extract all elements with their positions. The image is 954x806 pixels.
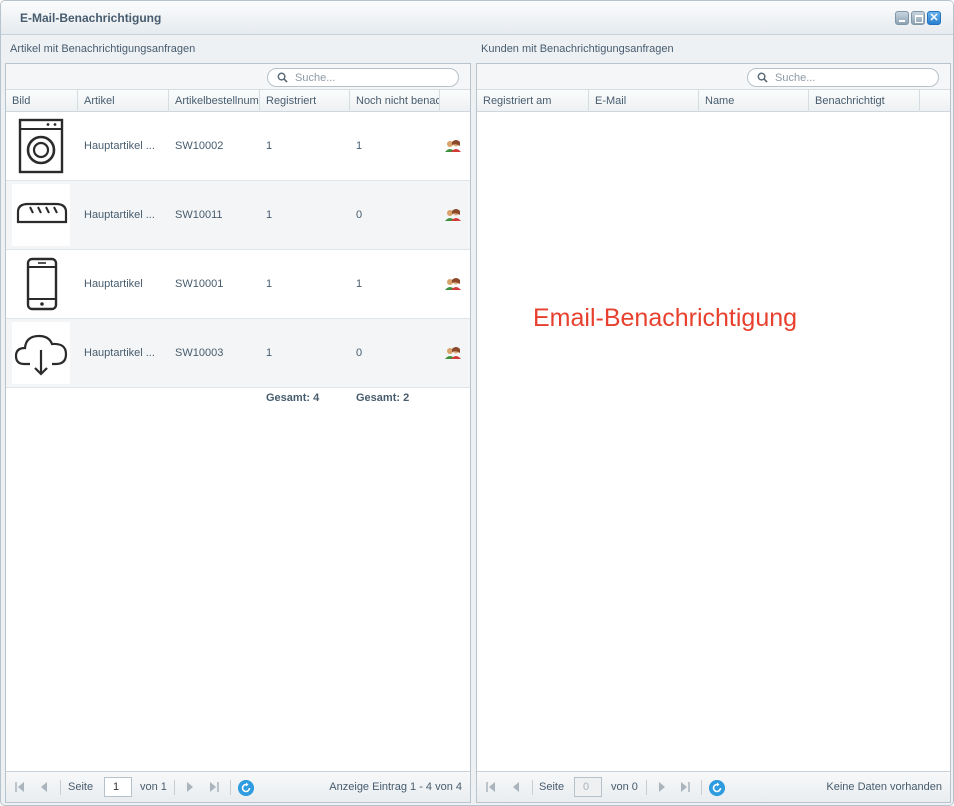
registered-total: Gesamt: 4: [266, 392, 320, 404]
search-placeholder: Suche...: [295, 72, 336, 84]
column-header-registered[interactable]: Registriert: [260, 90, 350, 112]
column-header-actions: [440, 90, 470, 112]
page-label: Seite: [539, 781, 565, 793]
not-notified-total: Gesamt: 2: [356, 392, 410, 404]
articles-grid: Suche... Bild Artikel Artikelbestellnum …: [5, 63, 471, 803]
pager-separator: [174, 780, 175, 795]
maximize-button[interactable]: [911, 11, 925, 25]
search-icon: [757, 72, 768, 83]
refresh-icon[interactable]: [238, 780, 254, 796]
bread-icon: [12, 184, 70, 246]
next-page-icon[interactable]: [184, 781, 196, 793]
first-page-icon[interactable]: [14, 781, 26, 793]
column-header-not-notified[interactable]: Noch nicht benac: [350, 90, 440, 112]
customers-search-input[interactable]: Suche...: [747, 68, 939, 87]
column-header-notified[interactable]: Benachrichtigt: [809, 90, 920, 112]
page-label: Seite: [68, 781, 94, 793]
last-page-icon[interactable]: [679, 781, 691, 793]
customers-grid: Suche... Registriert am E-Mail Name Bena…: [476, 63, 951, 803]
pager-separator: [230, 780, 231, 795]
registered-count: 1: [266, 347, 273, 359]
column-header-registered-at[interactable]: Registriert am: [477, 90, 589, 112]
articles-pager: Seite 1 von 1 Anzeige Eintrag 1 - 4 von …: [6, 771, 470, 802]
table-row[interactable]: Hauptartikel ... SW10002 1 1: [6, 112, 470, 181]
article-name: Hauptartikel ...: [84, 347, 155, 359]
pager-separator: [646, 780, 647, 795]
minimize-button[interactable]: [895, 11, 909, 25]
refresh-icon[interactable]: [709, 780, 725, 796]
close-button[interactable]: ✕: [927, 11, 941, 25]
not-notified-count: 1: [356, 278, 363, 290]
not-notified-count: 0: [356, 209, 363, 221]
search-icon: [277, 72, 288, 83]
not-notified-count: 1: [356, 140, 363, 152]
totals-row: Gesamt: 4 Gesamt: 2: [6, 390, 470, 412]
page-count-label: von 1: [140, 781, 167, 793]
last-page-icon[interactable]: [208, 781, 220, 793]
order-number: SW10001: [175, 278, 224, 290]
registered-count: 1: [266, 278, 273, 290]
table-row[interactable]: Hauptartikel ... SW10003 1 0: [6, 319, 470, 388]
order-number: SW10003: [175, 347, 224, 359]
table-row[interactable]: Hauptartikel SW10001 1 1: [6, 250, 470, 319]
articles-panel-header: Artikel mit Benachrichtigungsanfragen: [5, 37, 471, 63]
column-header-image[interactable]: Bild: [6, 90, 78, 112]
customers-panel-header: Kunden mit Benachrichtigungsanfragen: [476, 37, 951, 63]
previous-page-icon[interactable]: [510, 781, 522, 793]
article-name: Hauptartikel ...: [84, 140, 155, 152]
customers-grid-body: Email-Benachrichtigung: [477, 112, 950, 772]
registered-count: 1: [266, 209, 273, 221]
column-header-order-number[interactable]: Artikelbestellnum: [169, 90, 260, 112]
previous-page-icon[interactable]: [38, 781, 50, 793]
customers-pager: Seite 0 von 0 Keine Daten vorhanden: [477, 771, 950, 802]
customers-icon[interactable]: [444, 346, 462, 360]
email-notification-window: E-Mail-Benachrichtigung ✕ Artikel mit Be…: [0, 0, 954, 806]
page-input[interactable]: 0: [574, 777, 602, 797]
registered-count: 1: [266, 140, 273, 152]
column-header-email[interactable]: E-Mail: [589, 90, 699, 112]
column-header-name[interactable]: Name: [699, 90, 809, 112]
not-notified-count: 0: [356, 347, 363, 359]
page-count-label: von 0: [611, 781, 638, 793]
articles-panel: Artikel mit Benachrichtigungsanfragen Su…: [5, 37, 471, 803]
customers-icon[interactable]: [444, 208, 462, 222]
minimize-icon: [896, 12, 908, 24]
articles-toolbar: Suche...: [6, 64, 470, 90]
customers-grid-header: Registriert am E-Mail Name Benachrichtig…: [477, 90, 950, 112]
order-number: SW10002: [175, 140, 224, 152]
first-page-icon[interactable]: [485, 781, 497, 793]
article-name: Hauptartikel: [84, 278, 143, 290]
smartphone-icon: [12, 253, 70, 315]
window-title: E-Mail-Benachrichtigung: [20, 11, 162, 25]
washing-machine-icon: [12, 115, 70, 177]
article-name: Hauptartikel ...: [84, 209, 155, 221]
close-icon: ✕: [929, 12, 939, 24]
articles-panel-title: Artikel mit Benachrichtigungsanfragen: [10, 43, 196, 55]
maximize-icon: [912, 12, 924, 24]
column-header-article[interactable]: Artikel: [78, 90, 169, 112]
customers-icon[interactable]: [444, 277, 462, 291]
articles-grid-header: Bild Artikel Artikelbestellnum Registrie…: [6, 90, 470, 112]
annotation-label: Email-Benachrichtigung: [533, 304, 798, 332]
pager-separator: [60, 780, 61, 795]
cloud-download-icon: [12, 322, 70, 384]
customers-panel: Kunden mit Benachrichtigungsanfragen Suc…: [476, 37, 951, 803]
customers-icon[interactable]: [444, 139, 462, 153]
table-row[interactable]: Hauptartikel ... SW10011 1 0: [6, 181, 470, 250]
window-titlebar[interactable]: E-Mail-Benachrichtigung ✕: [1, 1, 953, 35]
pager-separator: [701, 780, 702, 795]
pager-separator: [532, 780, 533, 795]
order-number: SW10011: [175, 209, 223, 221]
customers-toolbar: Suche...: [477, 64, 950, 90]
search-placeholder: Suche...: [775, 72, 816, 84]
next-page-icon[interactable]: [656, 781, 668, 793]
articles-search-input[interactable]: Suche...: [267, 68, 459, 87]
pager-info: Anzeige Eintrag 1 - 4 von 4: [329, 781, 462, 793]
page-input[interactable]: 1: [104, 777, 132, 797]
pager-info: Keine Daten vorhanden: [826, 781, 942, 793]
customers-panel-title: Kunden mit Benachrichtigungsanfragen: [481, 43, 674, 55]
